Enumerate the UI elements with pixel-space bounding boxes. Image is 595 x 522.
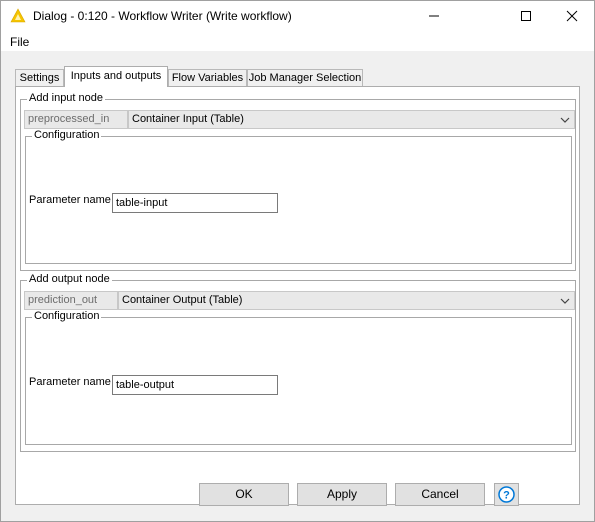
title-bar: Dialog - 0:120 - Workflow Writer (Write … [1, 1, 594, 31]
input-port-value: preprocessed_in [28, 113, 110, 125]
output-node-legend: Add output node [27, 273, 112, 285]
output-node-type-select[interactable]: Container Output (Table) [118, 291, 575, 310]
input-config-legend: Configuration [32, 129, 102, 141]
output-config-group: Configuration Parameter name table-outpu… [25, 310, 572, 445]
minimize-button[interactable] [411, 1, 457, 31]
output-node-group: Add output node prediction_out Container… [20, 273, 576, 452]
input-param-field[interactable]: table-input [112, 193, 278, 213]
cancel-button[interactable]: Cancel [395, 483, 485, 506]
knime-app-icon [10, 8, 26, 24]
output-param-value: table-output [116, 379, 175, 391]
output-param-label: Parameter name [29, 376, 111, 388]
menu-bar: File [1, 31, 594, 51]
maximize-icon [521, 11, 531, 21]
tab-panel: Add input node preprocessed_in Container… [15, 86, 580, 505]
input-port-select: preprocessed_in [24, 110, 128, 129]
minimize-icon [429, 15, 439, 17]
apply-button[interactable]: Apply [297, 483, 387, 506]
maximize-button[interactable] [503, 1, 549, 31]
chevron-down-icon [560, 117, 570, 123]
chevron-down-icon [560, 298, 570, 304]
output-port-select: prediction_out [24, 291, 118, 310]
close-icon [566, 10, 578, 22]
output-config-legend: Configuration [32, 310, 102, 322]
tab-job-manager-selection[interactable]: Job Manager Selection [247, 69, 363, 86]
help-icon: ? [498, 486, 515, 503]
input-node-type-value: Container Input (Table) [132, 113, 244, 125]
menu-file[interactable]: File [10, 35, 29, 49]
input-node-group: Add input node preprocessed_in Container… [20, 92, 576, 271]
tab-flow-variables[interactable]: Flow Variables [168, 69, 247, 86]
input-node-legend: Add input node [27, 92, 106, 104]
dialog-window: Dialog - 0:120 - Workflow Writer (Write … [0, 0, 595, 522]
tab-settings[interactable]: Settings [15, 69, 64, 86]
tab-inputs-and-outputs[interactable]: Inputs and outputs [64, 66, 168, 87]
window-title: Dialog - 0:120 - Workflow Writer (Write … [33, 9, 292, 23]
svg-text:?: ? [503, 490, 510, 502]
dialog-content: Settings Inputs and outputs Flow Variabl… [1, 51, 594, 521]
close-window-button[interactable] [549, 1, 595, 31]
input-node-type-select[interactable]: Container Input (Table) [128, 110, 575, 129]
help-button[interactable]: ? [494, 483, 519, 506]
output-param-field[interactable]: table-output [112, 375, 278, 395]
output-port-value: prediction_out [28, 294, 98, 306]
ok-button[interactable]: OK [199, 483, 289, 506]
output-node-type-value: Container Output (Table) [122, 294, 243, 306]
input-param-label: Parameter name [29, 194, 111, 206]
input-param-value: table-input [116, 197, 168, 209]
input-config-group: Configuration Parameter name table-input [25, 129, 572, 264]
